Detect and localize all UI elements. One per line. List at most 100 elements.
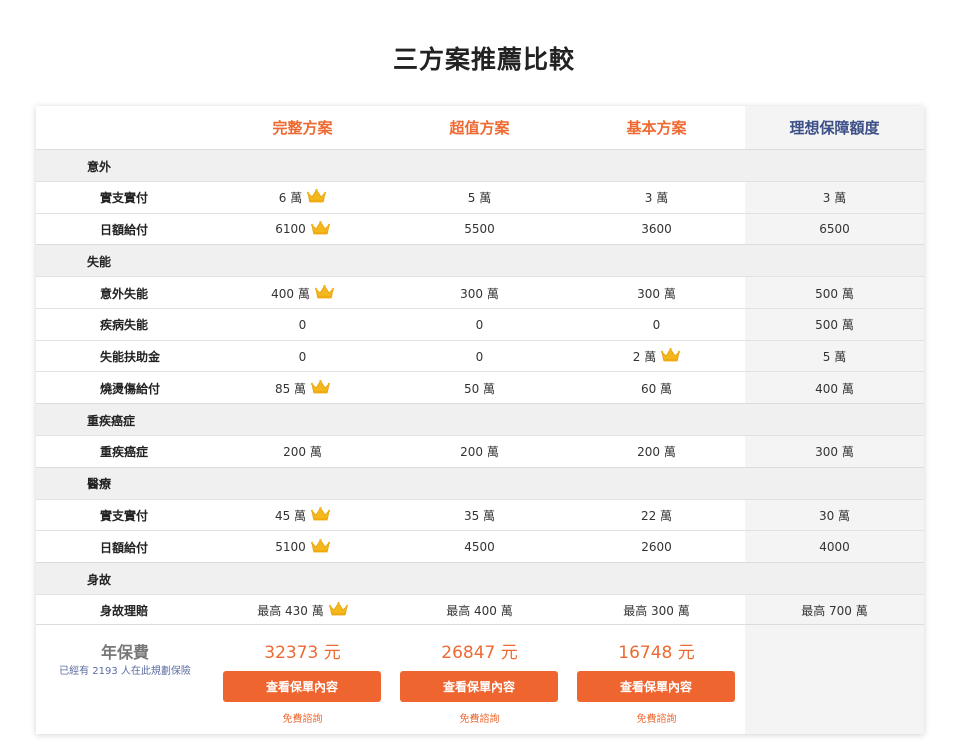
cell-ideal: 500 萬 <box>745 309 924 341</box>
free-consult-link-value[interactable]: 免費諮詢 <box>391 710 568 725</box>
table-row: 實支實付 45 萬 35 萬 22 萬 30 萬 <box>36 498 924 532</box>
cell-value: 300 萬 <box>460 286 499 301</box>
cell-value: 最高 700 萬 <box>801 604 868 619</box>
cell-complete: 6 萬 <box>214 182 391 214</box>
price-basic-plan: 16748 元 <box>618 643 695 663</box>
cell-value: 最高 430 萬 <box>257 604 324 619</box>
cell-value: 22 萬 <box>640 509 673 524</box>
cell-value: 500 萬 <box>815 286 854 301</box>
view-policy-button-value[interactable]: 查看保單內容 <box>400 671 558 702</box>
cell-value: 0 <box>475 349 484 364</box>
cell-value: 6100 <box>275 222 306 237</box>
cell-basic: 22 萬 <box>568 500 745 532</box>
category-label: 重疾癌症 <box>87 413 136 428</box>
free-consult-link-basic[interactable]: 免費諮詢 <box>568 710 745 725</box>
cell-complete: 45 萬 <box>214 500 391 532</box>
view-policy-button-complete[interactable]: 查看保單內容 <box>223 671 381 702</box>
cell-value: 5500 <box>391 214 568 246</box>
cell-value: 3600 <box>641 222 672 237</box>
row-label: 失能扶助金 <box>100 350 161 364</box>
table-row: 實支實付 6 萬 5 萬 3 萬 3 萬 <box>36 181 924 214</box>
page-title: 三方案推薦比較 <box>392 45 575 74</box>
cell-complete: 0 <box>214 341 391 373</box>
row-label: 身故理賠 <box>100 604 149 619</box>
cell-value: 60 萬 <box>640 381 673 396</box>
cell-value: 4000 <box>819 540 850 555</box>
cell-complete: 400 萬 <box>214 277 391 309</box>
comparison-table: 完整方案 超值方案 基本方案 理想保障額度 意外實支實付 6 萬 5 萬 3 萬 3 萬… <box>36 106 924 734</box>
header-value-plan: 超值方案 <box>449 119 510 137</box>
crown-icon <box>307 189 327 206</box>
row-label: 燒燙傷給付 <box>100 381 161 396</box>
cell-complete: 0 <box>214 309 391 341</box>
crown-icon <box>310 506 331 524</box>
cell-value: 200 萬 <box>391 436 568 468</box>
cell-value: 200 萬 <box>283 445 322 460</box>
cell-value: 6500 <box>819 222 850 237</box>
cell-value: 30 萬 <box>818 509 851 524</box>
cell-value: 2 萬 <box>632 350 657 364</box>
cell-value: 0 <box>298 317 307 332</box>
category-row: 意外 <box>36 149 924 182</box>
crown-icon <box>314 284 335 302</box>
table-row: 身故理賠 最高 430 萬 最高 400 萬 最高 300 萬 最高 700 萬 <box>36 594 924 627</box>
table-row: 日額給付 6100 5500 3600 6500 <box>36 212 924 246</box>
cell-value: 85 萬 <box>274 381 307 396</box>
view-policy-button-basic[interactable]: 查看保單內容 <box>577 671 735 702</box>
free-consult-link-complete[interactable]: 免費諮詢 <box>214 710 391 725</box>
cell-complete: 6100 <box>214 214 391 246</box>
category-label: 身故 <box>87 572 112 587</box>
cell-value: 0 <box>475 317 484 332</box>
cell-value: 5 萬 <box>391 182 568 214</box>
cell-value: 45 萬 <box>274 509 307 524</box>
cell-value: 5 萬 <box>467 191 492 206</box>
category-row: 醫療 <box>36 466 924 500</box>
category-label: 失能 <box>87 254 112 269</box>
cell-value: 5500 <box>464 222 495 237</box>
row-label: 疾病失能 <box>100 318 149 333</box>
row-label: 實支實付 <box>100 191 149 206</box>
row-label: 日額給付 <box>100 222 149 237</box>
cell-value: 2600 <box>641 540 672 555</box>
cell-value: 300 萬 <box>637 286 676 301</box>
crown-icon <box>661 347 681 365</box>
cell-basic: 最高 300 萬 <box>568 595 745 627</box>
table-row: 失能扶助金 0 0 2 萬 5 萬 <box>36 339 924 373</box>
cell-value: 最高 400 萬 <box>391 595 568 627</box>
cell-basic: 3 萬 <box>568 182 745 214</box>
cell-basic: 60 萬 <box>568 372 745 404</box>
table-row: 重疾癌症 200 萬 200 萬 200 萬 300 萬 <box>36 435 924 468</box>
category-label: 意外 <box>87 159 112 174</box>
cell-value: 3 萬 <box>822 191 847 206</box>
cell-ideal: 400 萬 <box>745 372 924 404</box>
category-row: 失能 <box>36 244 924 278</box>
cell-ideal: 最高 700 萬 <box>745 595 924 627</box>
row-label: 重疾癌症 <box>100 445 149 460</box>
crown-icon <box>310 379 331 397</box>
annual-premium-label: 年保費 <box>100 643 149 662</box>
cell-value: 0 <box>298 349 307 364</box>
cell-value: 0 <box>391 341 568 373</box>
header-ideal-coverage: 理想保障額度 <box>789 119 880 137</box>
cell-value: 5 萬 <box>822 350 847 364</box>
category-label: 醫療 <box>87 477 112 492</box>
cell-value: 35 萬 <box>463 509 496 524</box>
table-row: 意外失能 400 萬 300 萬 300 萬 500 萬 <box>36 276 924 309</box>
cell-value: 200 萬 <box>460 445 499 460</box>
row-label: 意外失能 <box>100 286 149 301</box>
cell-ideal: 5 萬 <box>745 341 924 373</box>
cell-value: 300 萬 <box>391 277 568 309</box>
cell-value: 4500 <box>391 531 568 563</box>
table-header: 完整方案 超值方案 基本方案 理想保障額度 <box>36 106 924 149</box>
crown-icon <box>328 602 348 619</box>
cell-value: 6 萬 <box>278 191 303 206</box>
cell-value: 最高 400 萬 <box>446 604 513 619</box>
cell-value: 3 萬 <box>644 191 669 206</box>
header-complete-plan: 完整方案 <box>272 119 333 137</box>
cell-ideal: 30 萬 <box>745 500 924 532</box>
crown-icon <box>310 538 330 556</box>
cell-value: 0 <box>391 309 568 341</box>
category-row: 身故 <box>36 562 924 596</box>
row-label: 實支實付 <box>100 509 149 524</box>
cell-value: 4500 <box>464 540 495 555</box>
